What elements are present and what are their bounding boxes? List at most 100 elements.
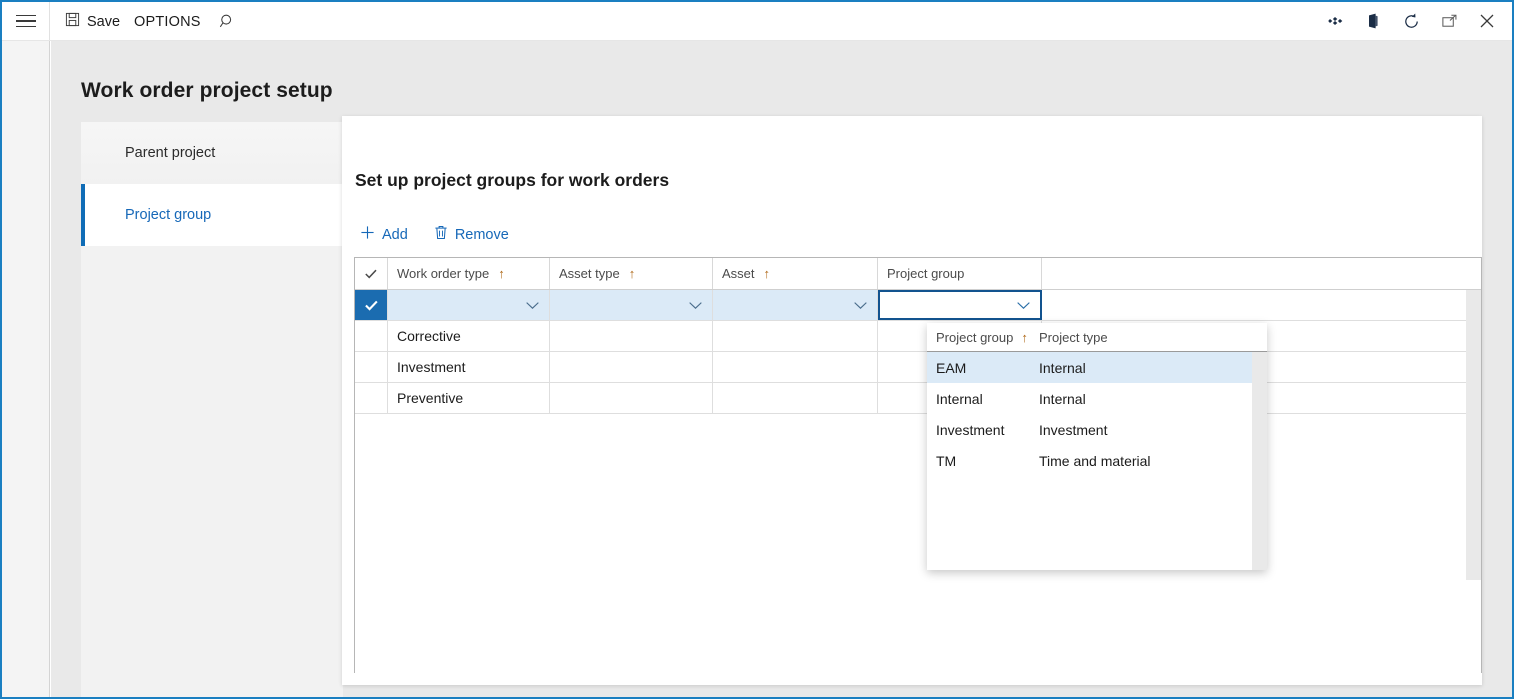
lookup-header-row: Project group ↑ Project type [927, 323, 1267, 352]
office-app-icon[interactable] [1354, 2, 1392, 40]
grid-scrollbar-thumb[interactable] [1466, 290, 1481, 580]
lookup-column-header-label: Project group [936, 329, 1014, 345]
chevron-down-icon [525, 297, 540, 313]
sidebar-filler [81, 246, 343, 697]
row-select-checkbox[interactable] [355, 383, 388, 413]
table-row[interactable]: Investment [355, 352, 1481, 383]
lookup-cell-project-group: Investment [936, 421, 1005, 438]
lookup-row-eam[interactable]: EAM Internal [927, 352, 1252, 383]
page-title: Work order project setup [81, 79, 333, 102]
panel-title: Set up project groups for work orders [355, 170, 670, 190]
cell-filler [1042, 290, 1481, 320]
settings-gear-icon[interactable] [1316, 2, 1354, 40]
hamburger-menu-icon[interactable] [2, 2, 50, 40]
add-button-label: Add [382, 226, 408, 243]
search-icon[interactable] [214, 9, 240, 34]
cell-asset[interactable] [713, 290, 878, 320]
column-header-label: Asset [722, 266, 755, 281]
cell-asset-type[interactable] [550, 321, 713, 351]
popout-icon[interactable] [1430, 2, 1468, 40]
remove-button-label: Remove [454, 226, 509, 243]
cell-work-order-type[interactable]: Preventive [388, 383, 550, 413]
section-tab-list: Parent project Project group [81, 122, 343, 697]
lookup-cell-project-group: EAM [936, 359, 967, 376]
column-header-asset[interactable]: Asset ↑ [713, 258, 878, 289]
sidebar-item-label: Parent project [125, 145, 216, 161]
sort-ascending-arrow: ↑ [763, 266, 771, 281]
cell-work-order-type[interactable]: Investment [388, 352, 550, 382]
cell-work-order-type[interactable]: Corrective [388, 321, 550, 351]
cell-value: Preventive [397, 390, 464, 406]
chevron-down-icon [688, 297, 703, 313]
row-select-checkbox[interactable] [355, 290, 388, 320]
project-group-grid: Work order type ↑ Asset type ↑ Asset ↑ P… [354, 257, 1482, 673]
cell-project-group-input[interactable] [878, 290, 1042, 320]
lookup-cell-project-type: Investment [1039, 421, 1108, 438]
sidebar-item-project-group[interactable]: Project group [81, 184, 343, 246]
grid-toolbar: Add Remove [354, 221, 515, 248]
refresh-icon[interactable] [1392, 2, 1430, 40]
table-row[interactable]: Preventive [355, 383, 1481, 414]
select-all-checkbox-header[interactable] [355, 258, 388, 289]
lookup-cell-project-group: Internal [936, 390, 983, 407]
lookup-vertical-scrollbar[interactable] [1252, 352, 1267, 570]
cell-asset[interactable] [713, 321, 878, 351]
lookup-cell-project-type: Time and material [1039, 452, 1151, 469]
application-window: Save OPTIONS Work order project setup Pa… [0, 0, 1514, 699]
lookup-row-investment[interactable]: Investment Investment [927, 414, 1252, 445]
table-row[interactable]: Corrective [355, 321, 1481, 352]
lookup-cell-project-type: Internal [1039, 390, 1086, 407]
sort-ascending-arrow: ↑ [498, 266, 505, 281]
lookup-column-header-label: Project type [1039, 329, 1108, 345]
top-command-bar: Save OPTIONS [2, 2, 1512, 41]
close-icon[interactable] [1468, 2, 1506, 40]
left-navigation-rail [2, 41, 50, 697]
remove-button[interactable]: Remove [428, 221, 515, 248]
lookup-column-header-project-group[interactable]: Project group ↑ [927, 330, 1039, 345]
save-button[interactable]: Save [59, 8, 126, 35]
chevron-down-icon[interactable] [1016, 297, 1031, 313]
lookup-cell-project-group: TM [936, 452, 957, 469]
plus-icon [360, 225, 375, 244]
options-button[interactable]: OPTIONS [128, 8, 207, 35]
lookup-row-internal[interactable]: Internal Internal [927, 383, 1252, 414]
column-header-work-order-type[interactable]: Work order type ↑ [388, 258, 550, 289]
column-header-label: Asset type [559, 266, 620, 281]
cell-asset-type[interactable] [550, 383, 713, 413]
table-row-new-entry[interactable] [355, 290, 1481, 321]
column-header-label: Project group [887, 266, 965, 281]
cell-asset-type[interactable] [550, 352, 713, 382]
grid-header-row: Work order type ↑ Asset type ↑ Asset ↑ P… [355, 258, 1481, 290]
sort-ascending-arrow: ↑ [1021, 329, 1028, 345]
cell-value: Investment [397, 359, 466, 375]
cell-asset-type[interactable] [550, 290, 713, 320]
sort-ascending-arrow: ↑ [628, 266, 636, 281]
cell-asset[interactable] [713, 383, 878, 413]
trash-icon [434, 225, 448, 244]
lookup-cell-project-type: Internal [1039, 359, 1086, 376]
chevron-down-icon [853, 297, 868, 313]
row-select-checkbox[interactable] [355, 321, 388, 351]
grid-empty-area [355, 414, 1467, 673]
save-disk-icon [65, 12, 80, 32]
lookup-row-tm[interactable]: TM Time and material [927, 445, 1252, 476]
options-button-label: OPTIONS [134, 13, 201, 30]
column-header-asset-type[interactable]: Asset type ↑ [550, 258, 713, 289]
add-button[interactable]: Add [354, 221, 414, 248]
column-header-label: Work order type [397, 266, 490, 281]
cell-value: Corrective [397, 328, 461, 344]
column-header-project-group[interactable]: Project group [878, 258, 1042, 289]
lookup-row-list: EAM Internal Internal Internal Investmen… [927, 352, 1252, 570]
project-group-lookup-dropdown: Project group ↑ Project type EAM Interna… [927, 323, 1267, 570]
cell-work-order-type[interactable] [388, 290, 550, 320]
sidebar-item-label: Project group [125, 207, 212, 223]
cell-asset[interactable] [713, 352, 878, 382]
main-panel: Set up project groups for work orders Ad… [342, 116, 1482, 685]
content-area: Work order project setup Parent project … [51, 41, 1512, 697]
top-bar-right-icons [1316, 2, 1506, 40]
row-select-checkbox[interactable] [355, 352, 388, 382]
lookup-column-header-project-type[interactable]: Project type [1039, 330, 1108, 345]
grid-vertical-scrollbar[interactable] [1466, 290, 1481, 673]
sidebar-item-parent-project[interactable]: Parent project [81, 122, 343, 184]
save-button-label: Save [87, 13, 121, 30]
